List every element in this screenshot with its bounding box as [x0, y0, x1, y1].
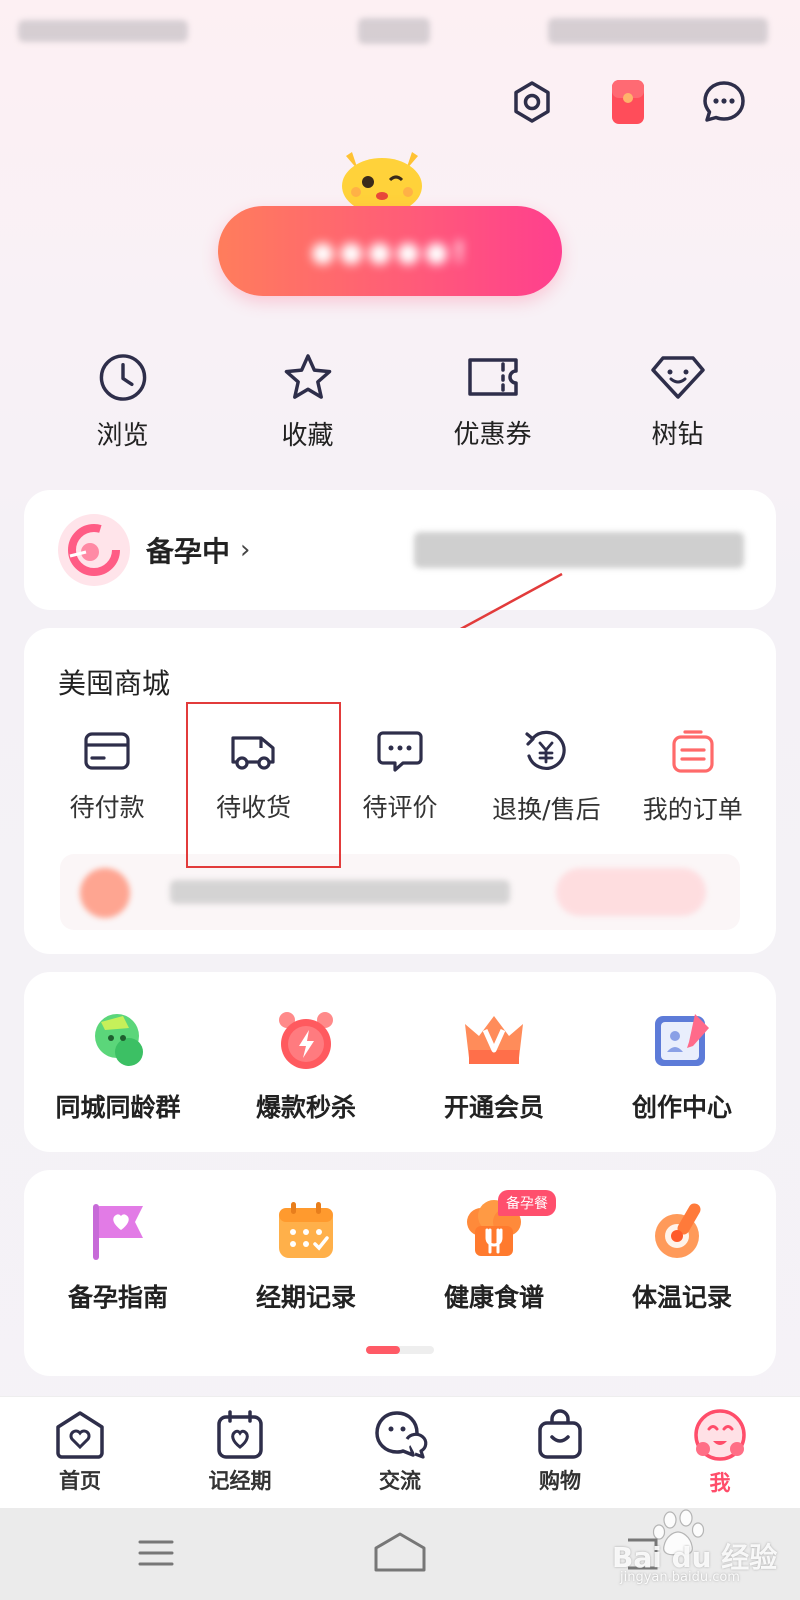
red-packet-icon[interactable]	[604, 78, 652, 126]
mascot-icon	[332, 148, 432, 214]
order-list-icon	[672, 730, 714, 773]
settings-icon[interactable]	[508, 78, 556, 126]
mall-card: 美囤商城 待付款 待收货 待评价 退换/售后 我的订单	[24, 628, 776, 954]
feature-label: 健康食谱	[443, 1283, 544, 1312]
feature-item-same-age-group[interactable]: 同城同龄群	[28, 1006, 208, 1124]
diamond-icon	[650, 356, 705, 399]
nav-label: 我	[709, 1471, 731, 1495]
baidu-jingyan-watermark: Bai du 经验 jingyan.baidu.com	[612, 1506, 792, 1590]
chat-icon	[375, 1411, 428, 1459]
nav-item-me[interactable]: 我	[655, 1409, 785, 1508]
order-status-row: 待付款 待收货 待评价 退换/售后 我的订单	[24, 728, 776, 848]
order-item-label: 我的订单	[642, 795, 743, 824]
refund-icon	[525, 730, 567, 770]
bag-icon	[538, 1409, 582, 1459]
quick-item-coupons[interactable]: 优惠券	[418, 352, 568, 452]
message-icon[interactable]	[700, 78, 748, 126]
menu-icon[interactable]	[136, 1536, 176, 1570]
nav-item-period[interactable]: 记经期	[175, 1409, 305, 1508]
feature-row-1: 同城同龄群 爆款秒杀 开通会员 创作中心	[24, 1006, 776, 1124]
promo-text	[170, 880, 510, 904]
nav-label: 首页	[59, 1469, 101, 1493]
me-avatar-icon	[694, 1409, 746, 1461]
page-indicator-active	[366, 1346, 400, 1354]
nav-label: 交流	[379, 1469, 421, 1493]
watermark-url: jingyan.baidu.com	[620, 1570, 740, 1585]
nav-label: 记经期	[208, 1469, 272, 1493]
home-button-icon[interactable]	[372, 1530, 428, 1574]
feature-label: 开通会员	[443, 1093, 544, 1122]
quick-item-label: 收藏	[281, 421, 334, 451]
order-item-label: 待付款	[69, 793, 145, 822]
feature-label: 经期记录	[255, 1283, 356, 1312]
group-chat-icon	[95, 1014, 143, 1066]
nav-item-home[interactable]: 首页	[15, 1409, 145, 1508]
pregnancy-status-icon	[58, 514, 130, 586]
signal-info	[18, 20, 188, 42]
feature-item-temperature-record[interactable]: 体温记录	[592, 1196, 772, 1314]
feature-item-period-record[interactable]: 经期记录	[216, 1196, 396, 1314]
feature-row-2: 备孕指南 经期记录 备孕餐 健康食谱 体温记录	[24, 1190, 776, 1314]
promo-avatar	[80, 868, 130, 918]
order-item-returns[interactable]: 退换/售后	[476, 728, 616, 848]
feature-label: 爆款秒杀	[255, 1093, 356, 1122]
guide-flag-icon	[93, 1204, 143, 1260]
promo-button	[556, 868, 706, 916]
bottom-nav: 首页 记经期 交流 购物 我	[0, 1396, 800, 1508]
status-detail-blurred	[414, 532, 744, 568]
annotation-highlight-box	[186, 702, 341, 868]
feature-label: 体温记录	[631, 1283, 732, 1312]
feature-item-flash-sale[interactable]: 爆款秒杀	[216, 1006, 396, 1124]
quick-item-label: 树钻	[651, 420, 704, 450]
create-icon	[655, 1014, 709, 1066]
crown-icon	[465, 1016, 523, 1064]
status-bar	[0, 0, 800, 56]
clock-icon	[99, 354, 146, 401]
feature-item-membership[interactable]: 开通会员	[404, 1006, 584, 1124]
comment-icon	[377, 731, 423, 772]
quick-item-favorites[interactable]: 收藏	[233, 352, 383, 452]
star-icon	[284, 354, 331, 399]
nav-item-shopping[interactable]: 购物	[495, 1409, 625, 1508]
order-item-label: 退换/售后	[492, 795, 601, 824]
alarm-flash-icon	[279, 1012, 333, 1069]
quick-item-browse[interactable]: 浏览	[48, 352, 198, 452]
recipe-badge: 备孕餐	[498, 1190, 556, 1216]
coupon-icon	[467, 358, 518, 396]
home-icon	[56, 1411, 104, 1459]
period-calendar-icon	[217, 1410, 263, 1459]
page-indicator	[366, 1346, 434, 1354]
login-button[interactable]: ●●●●●!	[218, 206, 562, 296]
quick-item-diamonds[interactable]: 树钻	[603, 352, 753, 452]
feature-item-pregnancy-guide[interactable]: 备孕指南	[28, 1196, 208, 1314]
login-label-blurred: ●●●●●!	[310, 234, 470, 268]
feature-item-healthy-recipes[interactable]: 备孕餐 健康食谱	[404, 1190, 584, 1314]
card-icon	[84, 732, 130, 770]
order-item-my-orders[interactable]: 我的订单	[623, 728, 763, 848]
nav-label: 购物	[539, 1469, 581, 1493]
feature-label: 同城同龄群	[55, 1093, 181, 1122]
clock-time	[358, 18, 430, 44]
quick-item-label: 优惠券	[453, 420, 532, 450]
order-item-pending-review[interactable]: 待评价	[330, 728, 470, 848]
feature-item-creator-center[interactable]: 创作中心	[592, 1006, 772, 1124]
order-item-pending-payment[interactable]: 待付款	[37, 728, 177, 848]
mall-title: 美囤商城	[58, 667, 171, 700]
battery-info	[548, 18, 768, 44]
quick-actions-row: 浏览 收藏 优惠券 树钻	[30, 352, 770, 452]
thermometer-icon	[655, 1203, 701, 1258]
quick-item-label: 浏览	[96, 421, 149, 451]
feature-label: 备孕指南	[67, 1283, 168, 1312]
pregnancy-status-label: 备孕中	[146, 535, 231, 568]
feature-label: 创作中心	[631, 1093, 732, 1122]
nav-item-community[interactable]: 交流	[335, 1409, 465, 1508]
feature-card-1: 同城同龄群 爆款秒杀 开通会员 创作中心	[24, 972, 776, 1152]
calendar-icon	[279, 1202, 333, 1258]
promo-bar-blurred[interactable]	[60, 854, 740, 930]
order-item-label: 待评价	[362, 793, 438, 822]
chevron-right-icon: ›	[240, 535, 251, 565]
